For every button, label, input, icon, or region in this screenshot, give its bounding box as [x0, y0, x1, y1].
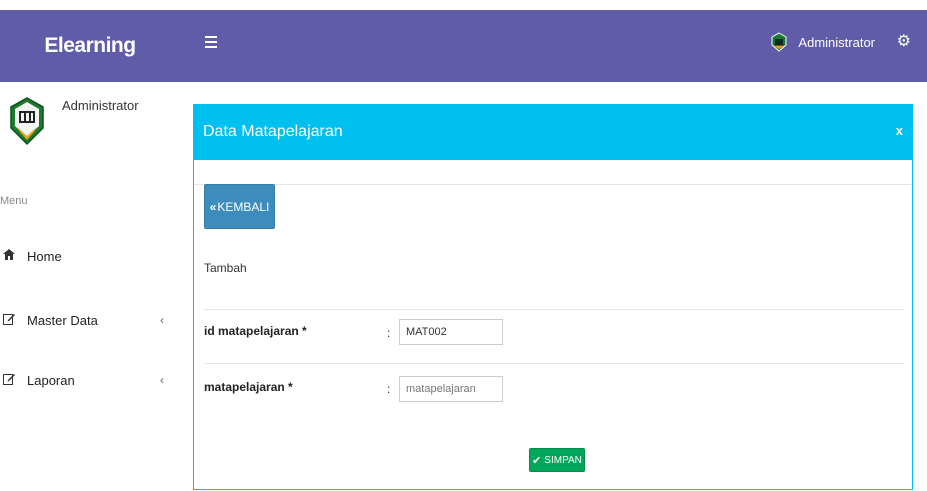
matapelajaran-form-box: Data Matapelajaran x « KEMBALI Tambah id… [193, 104, 913, 490]
sidebar-user-name: Administrator [62, 98, 139, 113]
box-divider [194, 184, 912, 185]
hamburger-menu-icon[interactable] [205, 36, 217, 50]
sidebar-item-home[interactable]: Home [0, 245, 180, 267]
sidebar-item-label: Home [27, 248, 62, 264]
user-panel: Administrator [8, 96, 178, 152]
user-menu[interactable]: Administrator [770, 32, 875, 52]
top-navbar: Elearning Administrator ⚙ [0, 10, 927, 82]
back-button-label: KEMBALI [217, 199, 270, 214]
settings-gear-icon[interactable]: ⚙ [897, 34, 911, 50]
back-button[interactable]: « KEMBALI [204, 184, 275, 229]
sidebar-item-label: Master Data [27, 312, 98, 328]
field-colon: : [387, 326, 391, 340]
menu-header: Menu [0, 195, 28, 207]
chevron-left-icon: ‹ [160, 373, 164, 387]
check-icon: ✔ [532, 454, 542, 467]
institution-logo-icon [10, 97, 44, 146]
sidebar-item-laporan[interactable]: Laporan ‹ [0, 369, 180, 391]
chevron-left-icon: ‹ [160, 313, 164, 327]
box-header: Data Matapelajaran x [193, 104, 913, 160]
form-row-divider [204, 363, 904, 364]
user-menu-name: Administrator [798, 34, 875, 50]
brand-logo-text[interactable]: Elearning [0, 10, 180, 82]
field-colon: : [387, 382, 391, 396]
edit-icon [3, 313, 21, 328]
sidebar-item-master-data[interactable]: Master Data ‹ [0, 309, 180, 331]
form-row-divider [204, 309, 904, 310]
form-subtitle: Tambah [204, 261, 247, 275]
save-button[interactable]: ✔ SIMPAN [529, 448, 585, 472]
close-icon[interactable]: x [896, 123, 903, 138]
id-matapelajaran-label: id matapelajaran * [204, 324, 307, 338]
institution-logo-icon [771, 32, 787, 52]
save-button-label: SIMPAN [544, 454, 582, 466]
double-chevron-left-icon: « [209, 199, 217, 214]
sidebar: Administrator Menu Home Master Data ‹ La… [0, 82, 180, 491]
home-icon [3, 249, 21, 263]
id-matapelajaran-input[interactable] [399, 319, 503, 345]
matapelajaran-label: matapelajaran * [204, 380, 293, 394]
edit-icon [3, 373, 21, 388]
matapelajaran-input[interactable] [399, 376, 503, 402]
box-title: Data Matapelajaran [203, 123, 343, 140]
sidebar-item-label: Laporan [27, 372, 75, 388]
